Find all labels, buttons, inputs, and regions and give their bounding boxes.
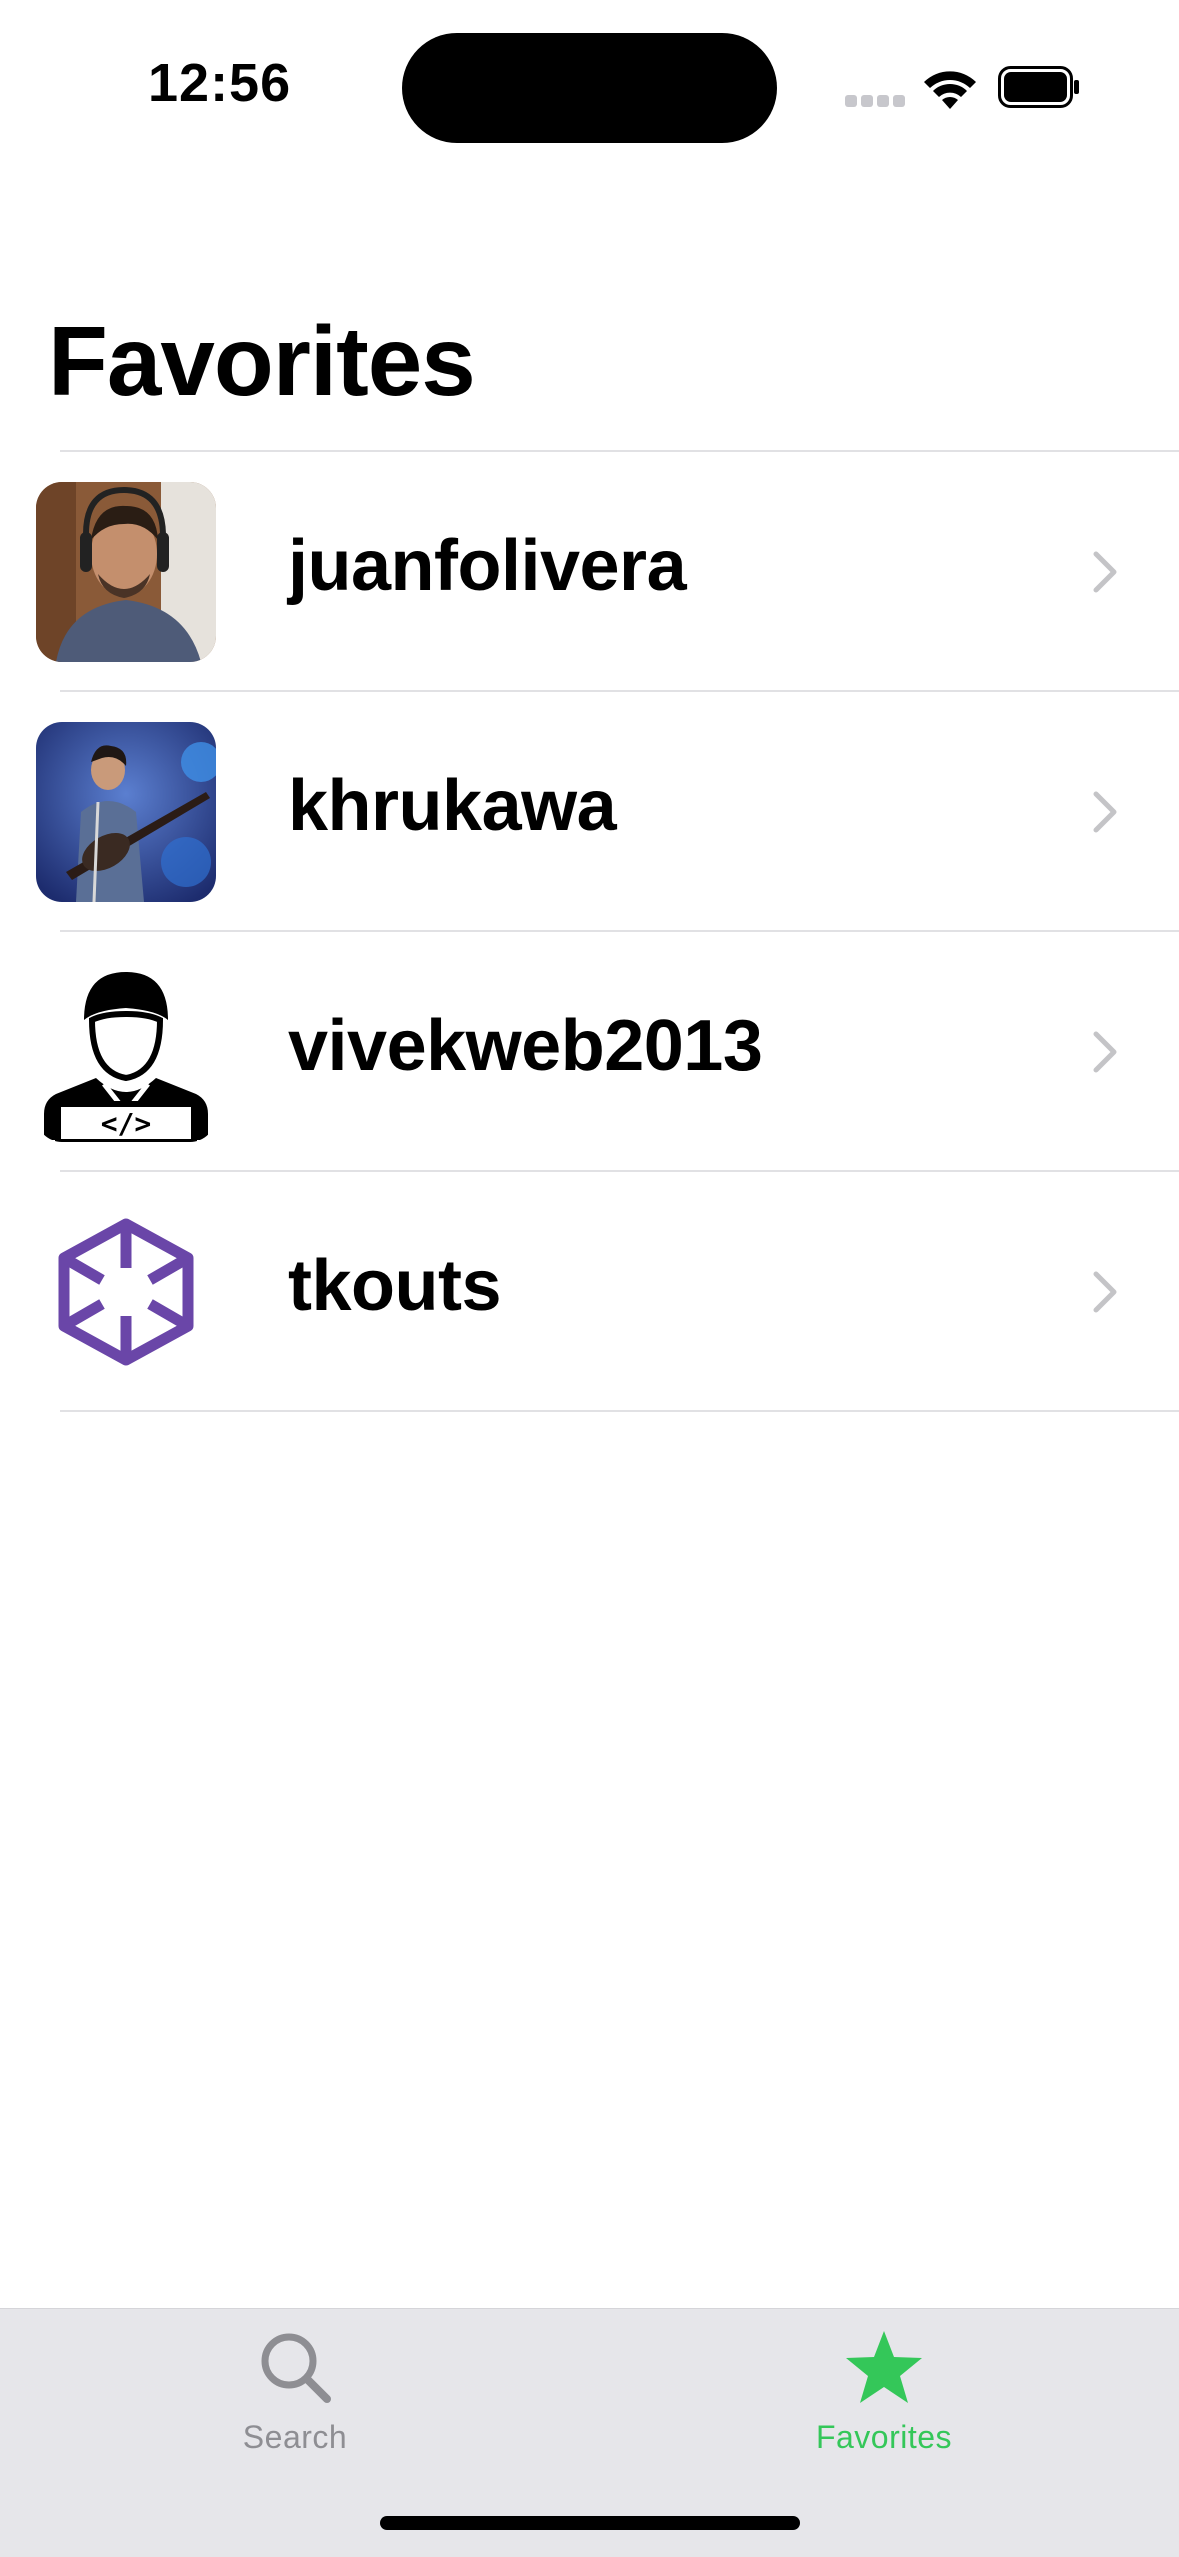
- status-time: 12:56: [148, 53, 292, 113]
- cube-logo-icon: [36, 1202, 216, 1382]
- wifi-icon: [924, 71, 976, 109]
- tab-label: Search: [242, 2419, 348, 2455]
- chevron-right-icon: [1093, 791, 1117, 833]
- status-bar: 12:56: [0, 0, 1179, 180]
- tab-search[interactable]: Search: [145, 2309, 445, 2469]
- avatar-photo: [36, 482, 216, 662]
- tab-label: Favorites: [815, 2419, 953, 2455]
- cellular-signal-icon: [845, 95, 905, 109]
- svg-text:</>: </>: [101, 1107, 152, 1140]
- page-title: Favorites: [48, 306, 476, 416]
- chevron-right-icon: [1093, 1031, 1117, 1073]
- divider: [60, 1410, 1179, 1412]
- avatar-photo: [36, 722, 216, 902]
- favorite-row-vivekweb2013[interactable]: </> vivekweb2013: [0, 932, 1179, 1172]
- favorite-row-juanfolivera[interactable]: juanfolivera: [0, 452, 1179, 692]
- chevron-right-icon: [1093, 551, 1117, 593]
- chevron-right-icon: [1093, 1271, 1117, 1313]
- tab-favorites[interactable]: Favorites: [734, 2309, 1034, 2469]
- favorite-row-tkouts[interactable]: tkouts: [0, 1172, 1179, 1412]
- developer-avatar-icon: </>: [36, 962, 216, 1142]
- avatar: </>: [36, 962, 216, 1142]
- username: vivekweb2013: [288, 1006, 763, 1086]
- battery-icon: [998, 66, 1079, 108]
- search-icon: [261, 2333, 331, 2403]
- avatar: [36, 1202, 216, 1382]
- star-icon: [846, 2331, 922, 2403]
- username: tkouts: [288, 1246, 502, 1326]
- favorite-row-khrukawa[interactable]: khrukawa: [0, 692, 1179, 932]
- dynamic-island: [402, 33, 777, 143]
- username: juanfolivera: [288, 526, 687, 606]
- avatar: [36, 722, 216, 902]
- home-indicator: [380, 2516, 800, 2530]
- avatar: [36, 482, 216, 662]
- username: khrukawa: [288, 766, 617, 846]
